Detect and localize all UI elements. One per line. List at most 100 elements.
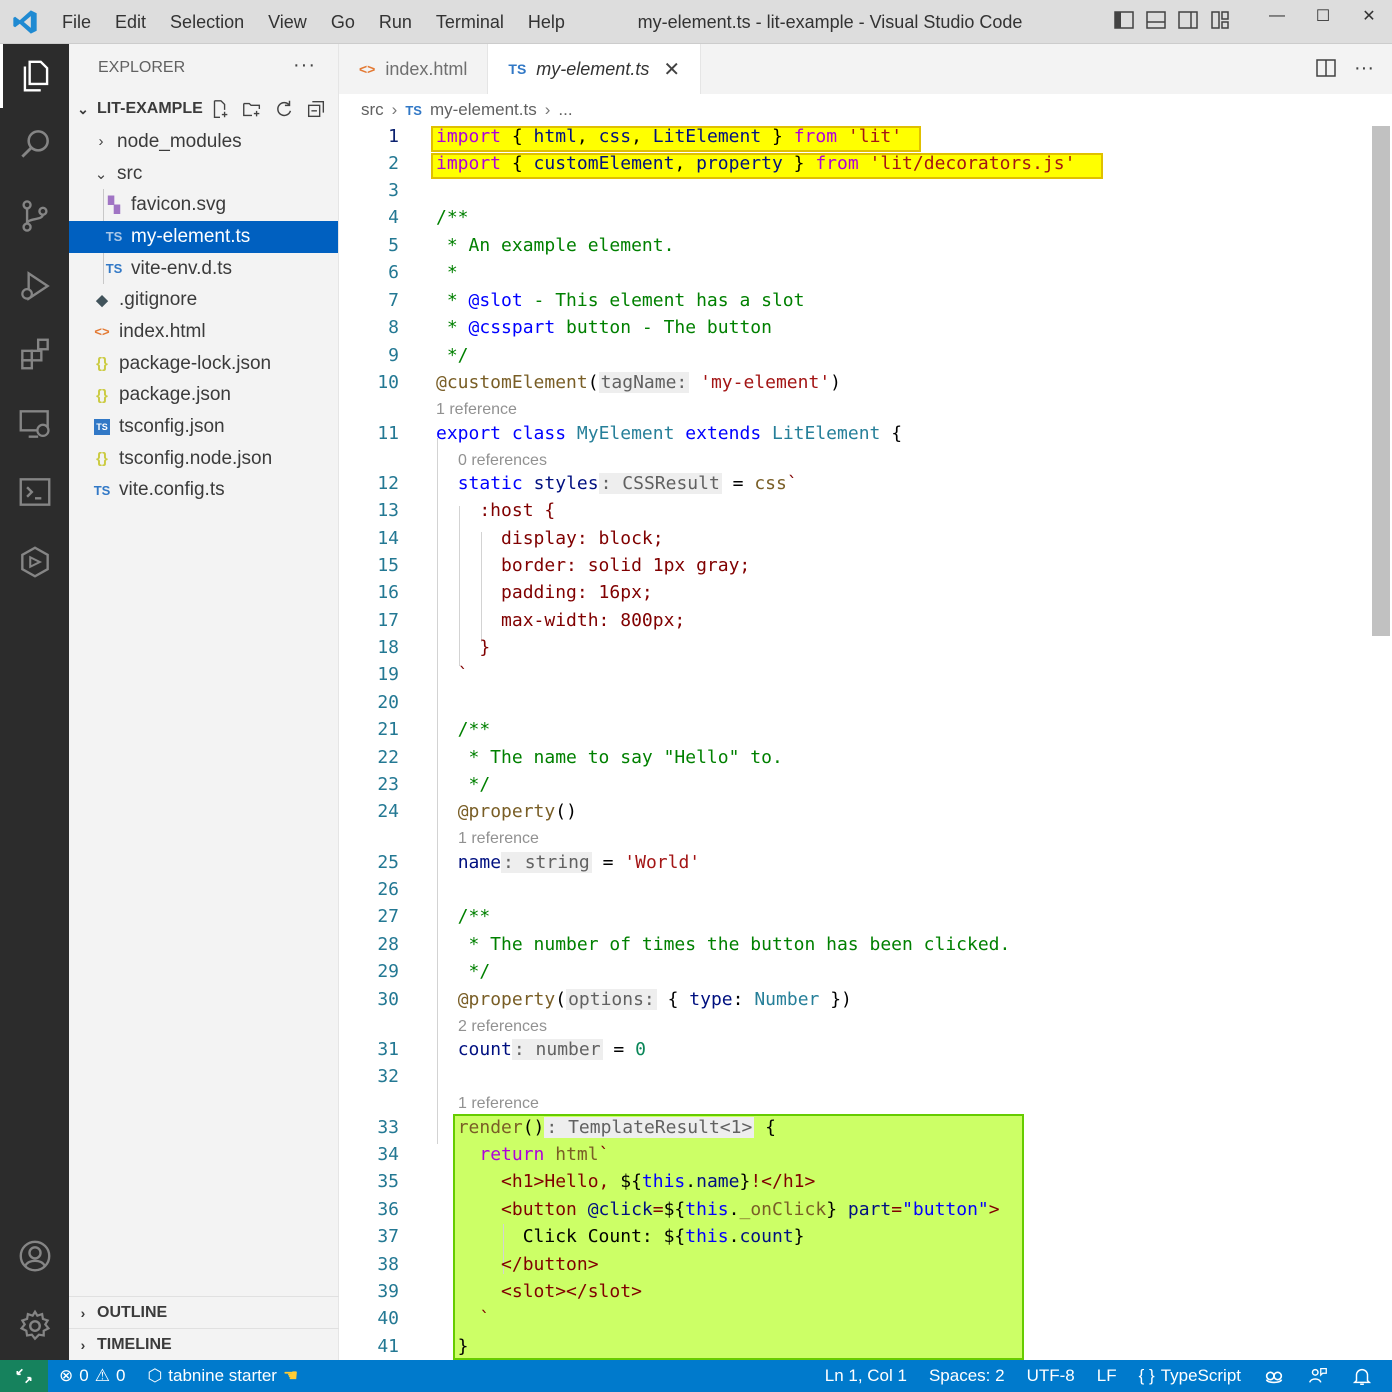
- notifications-bell-icon[interactable]: [1340, 1365, 1384, 1387]
- code-lens-references[interactable]: 1 reference: [458, 1095, 539, 1113]
- feedback-icon[interactable]: [1296, 1365, 1340, 1387]
- tree-item-my-element-ts[interactable]: TS my-element.ts: [69, 221, 338, 253]
- search-icon[interactable]: [0, 112, 69, 176]
- line-number: 8: [388, 317, 399, 338]
- tree-item-package-lock-json[interactable]: {} package-lock.json: [69, 348, 338, 380]
- line-number: 10: [377, 372, 399, 393]
- close-window-button[interactable]: ✕: [1346, 0, 1392, 32]
- remote-indicator-icon[interactable]: [0, 1360, 48, 1392]
- menu-view[interactable]: View: [256, 0, 319, 44]
- code-line: import { customElement, property } from …: [436, 153, 1076, 174]
- code-line: * An example element.: [436, 235, 675, 256]
- code-line: :host {: [436, 500, 556, 521]
- line-number: 5: [388, 235, 399, 256]
- breadcrumb-folder[interactable]: src: [361, 100, 384, 120]
- line-number: 3: [388, 180, 399, 201]
- chevron-right-icon: ›: [391, 100, 398, 119]
- indentation[interactable]: Spaces: 2: [918, 1366, 1016, 1386]
- collapse-all-icon[interactable]: [305, 98, 327, 120]
- menu-edit[interactable]: Edit: [103, 0, 158, 44]
- more-editor-actions-icon[interactable]: ···: [1354, 57, 1374, 80]
- menu-go[interactable]: Go: [319, 0, 367, 44]
- folder-name: LIT-EXAMPLE: [97, 100, 203, 117]
- folder-header[interactable]: ⌄ LIT-EXAMPLE: [69, 92, 338, 126]
- toggle-primary-sidebar-icon[interactable]: [1112, 8, 1136, 32]
- hand-icon: ☚: [282, 1366, 299, 1385]
- new-file-icon[interactable]: [209, 98, 231, 120]
- new-folder-icon[interactable]: [241, 98, 263, 120]
- problems-indicator[interactable]: ⊗ 0 ⚠ 0: [48, 1366, 136, 1386]
- code-line: @property(options: { type: Number }): [457, 989, 852, 1010]
- breadcrumb-file[interactable]: my-element.ts: [430, 100, 537, 120]
- tree-item-package-json[interactable]: {} package.json: [69, 380, 338, 412]
- terminal-icon[interactable]: [0, 460, 69, 524]
- code-editor[interactable]: 1 2 3 4 5 6 7 8 9 10 11 12 13 14 15 16 17 18 19 20 21 22 23 24 2…: [339, 126, 1392, 1360]
- line-number: 32: [377, 1066, 399, 1087]
- encoding[interactable]: UTF-8: [1016, 1366, 1086, 1386]
- language-label: TypeScript: [1160, 1366, 1241, 1385]
- code-lens-references[interactable]: 1 reference: [458, 830, 539, 848]
- customize-layout-icon[interactable]: [1208, 8, 1232, 32]
- code-lens-references[interactable]: 2 references: [458, 1018, 547, 1036]
- activity-bar: [0, 44, 69, 1360]
- run-debug-icon[interactable]: [0, 254, 69, 318]
- cursor-position[interactable]: Ln 1, Col 1: [814, 1366, 918, 1386]
- error-icon: ⊗: [59, 1366, 74, 1385]
- tree-item-src[interactable]: ⌄ src: [69, 158, 338, 190]
- tree-item-gitignore[interactable]: ◆ .gitignore: [69, 284, 338, 316]
- menu-help[interactable]: Help: [516, 0, 577, 44]
- more-actions-button[interactable]: ···: [293, 54, 316, 77]
- split-editor-icon[interactable]: [1314, 56, 1338, 80]
- tabnine-icon[interactable]: [0, 530, 69, 594]
- braces-icon: { }: [1138, 1366, 1155, 1385]
- menu-terminal[interactable]: Terminal: [424, 0, 516, 44]
- toggle-secondary-sidebar-icon[interactable]: [1176, 8, 1200, 32]
- tree-item-vite-env-d-ts[interactable]: TS vite-env.d.ts: [69, 253, 338, 285]
- outline-section[interactable]: › OUTLINE: [69, 1296, 339, 1328]
- accounts-icon[interactable]: [0, 1224, 69, 1288]
- tab-index-html[interactable]: <> index.html: [339, 44, 489, 94]
- minimize-button[interactable]: —: [1254, 0, 1300, 32]
- breadcrumb-symbols[interactable]: ...: [558, 100, 572, 120]
- toggle-panel-icon[interactable]: [1144, 8, 1168, 32]
- tree-item-label: package-lock.json: [119, 352, 272, 374]
- explorer-icon[interactable]: [0, 44, 69, 108]
- source-control-icon[interactable]: [0, 184, 69, 248]
- menu-file[interactable]: File: [50, 0, 103, 44]
- line-number: 23: [377, 774, 399, 795]
- tree-item-tsconfig-json[interactable]: TS tsconfig.json: [69, 411, 338, 443]
- timeline-section[interactable]: › TIMELINE: [69, 1328, 339, 1360]
- status-bar-right: Ln 1, Col 1 Spaces: 2 UTF-8 LF { } TypeS…: [814, 1360, 1384, 1392]
- maximize-button[interactable]: ☐: [1300, 0, 1346, 32]
- tree-item-node-modules[interactable]: › node_modules: [69, 126, 338, 158]
- close-tab-icon[interactable]: ✕: [663, 57, 680, 82]
- line-number: 7: [388, 290, 399, 311]
- copilot-icon[interactable]: [1252, 1365, 1296, 1387]
- menu-run[interactable]: Run: [367, 0, 424, 44]
- line-number: 24: [377, 801, 399, 822]
- tab-my-element-ts[interactable]: TS my-element.ts ✕: [488, 44, 702, 94]
- settings-gear-icon[interactable]: [0, 1294, 69, 1358]
- code-lens-references[interactable]: 0 references: [458, 452, 547, 470]
- language-mode[interactable]: { } TypeScript: [1128, 1366, 1252, 1386]
- end-of-line[interactable]: LF: [1086, 1366, 1128, 1386]
- tabnine-status[interactable]: ⬡ tabnine starter ☚: [136, 1366, 309, 1386]
- chevron-down-icon: ⌄: [94, 165, 108, 183]
- remote-explorer-icon[interactable]: [0, 392, 69, 456]
- json-file-icon: {}: [96, 355, 108, 373]
- code-lens-references[interactable]: 1 reference: [436, 401, 517, 419]
- tree-item-index-html[interactable]: <> index.html: [69, 316, 338, 348]
- refresh-icon[interactable]: [273, 98, 295, 120]
- line-number: 14: [377, 528, 399, 549]
- tree-item-favicon-svg[interactable]: ▚ favicon.svg: [69, 189, 338, 221]
- code-line: *: [436, 262, 458, 283]
- tab-label: index.html: [385, 58, 468, 79]
- editor-scrollbar[interactable]: [1372, 126, 1390, 636]
- code-line: import { html, css, LitElement } from 'l…: [436, 126, 903, 147]
- tree-item-tsconfig-node-json[interactable]: {} tsconfig.node.json: [69, 443, 338, 475]
- line-number: 29: [377, 961, 399, 982]
- extensions-icon[interactable]: [0, 322, 69, 386]
- tree-item-vite-config-ts[interactable]: TS vite.config.ts: [69, 475, 338, 507]
- timeline-title: TIMELINE: [97, 1335, 172, 1353]
- menu-selection[interactable]: Selection: [158, 0, 256, 44]
